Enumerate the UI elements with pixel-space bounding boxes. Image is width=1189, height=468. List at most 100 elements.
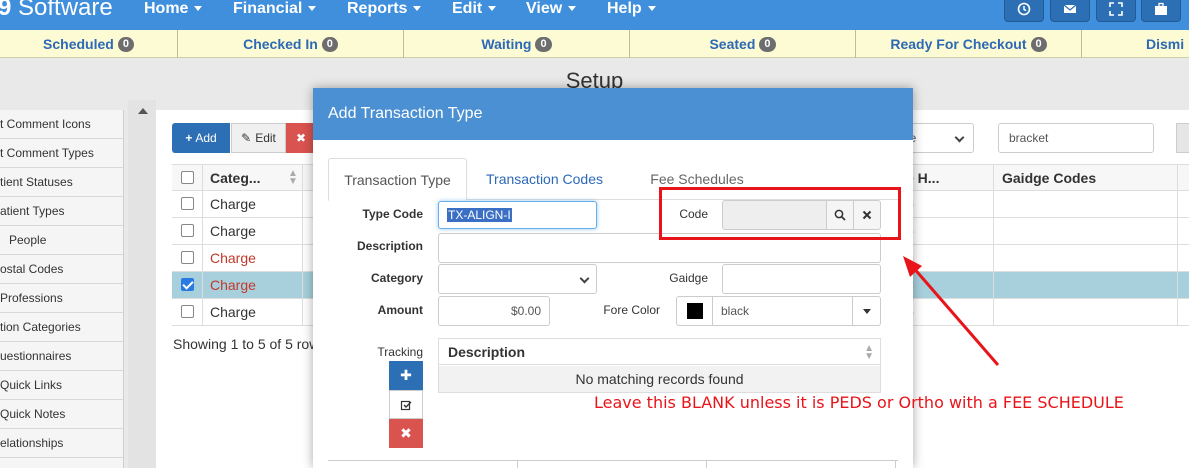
chevron-down-icon	[194, 6, 203, 11]
count-badge: 0	[117, 36, 134, 52]
chevron-down-icon	[413, 6, 422, 11]
messages-button[interactable]	[1050, 0, 1090, 22]
search-input[interactable]: bracket	[998, 123, 1154, 153]
sidebar-item[interactable]: elationships	[0, 429, 123, 458]
envelope-icon	[1063, 4, 1077, 13]
sidebar-item[interactable]: People	[0, 226, 123, 255]
row-category: Charge	[210, 196, 256, 212]
sidebar-item[interactable]: ostal Codes	[0, 255, 123, 284]
row-checkbox-checked[interactable]	[181, 278, 194, 291]
category-label: Category	[370, 271, 423, 285]
caret-down-icon	[862, 308, 871, 314]
status-waiting[interactable]: Waiting 0	[404, 30, 630, 58]
gaidge-label: Gaidge	[669, 271, 708, 285]
select-all-checkbox[interactable]	[181, 171, 194, 184]
status-ready-for-checkout[interactable]: Ready For Checkout 0	[856, 30, 1082, 58]
chevron-down-icon	[568, 6, 577, 11]
gaidge-input[interactable]	[722, 264, 881, 294]
count-badge: 0	[759, 36, 776, 52]
add-button[interactable]: + Add	[172, 123, 230, 153]
type-code-input[interactable]: TX-ALIGN-I	[438, 201, 597, 229]
row-checkbox[interactable]	[181, 251, 194, 264]
sort-icon: ▲ ▼	[864, 343, 874, 362]
row-checkbox[interactable]	[181, 197, 194, 210]
status-seated[interactable]: Seated 0	[630, 30, 856, 58]
count-badge: 0	[535, 36, 552, 52]
sidebar-item[interactable]: Professions	[0, 284, 123, 313]
modal-title: Add Transaction Type	[313, 88, 913, 140]
row-category: Charge	[210, 223, 256, 239]
menu-help[interactable]: Help	[607, 0, 656, 17]
row-checkbox[interactable]	[181, 224, 194, 237]
annotation-note: Leave this BLANK unless it is PEDS or Or…	[594, 393, 1124, 412]
row-category: Charge	[210, 250, 256, 266]
sidebar-item[interactable]: tion Categories	[0, 313, 123, 342]
menu-reports[interactable]: Reports	[347, 0, 422, 17]
amount-label: Amount	[377, 303, 423, 317]
menu-view[interactable]: View	[526, 0, 577, 17]
edit-icon: ✎	[241, 131, 252, 145]
status-dismissed[interactable]: Dismi	[1082, 30, 1189, 58]
fullscreen-button[interactable]	[1096, 0, 1136, 22]
row-category: Charge	[210, 304, 256, 320]
sidebar-item[interactable]: t Comment Icons	[0, 110, 123, 139]
plus-icon: +	[185, 131, 193, 145]
category-select[interactable]	[438, 264, 597, 294]
edit-icon	[400, 400, 412, 410]
row-checkbox[interactable]	[181, 305, 194, 318]
type-code-label: Type Code	[362, 207, 423, 221]
delete-button[interactable]: ✖	[286, 123, 316, 153]
count-badge: 0	[321, 36, 338, 52]
setup-sidebar: t Comment Icons t Comment Types tient St…	[0, 110, 124, 468]
status-bar: Scheduled 0 Checked In 0 Waiting 0 Seated 0 …	[0, 30, 1189, 58]
tracking-edit-button[interactable]	[389, 390, 423, 419]
toolbar-button[interactable]	[1176, 123, 1189, 153]
amount-input[interactable]: $0.00	[438, 296, 550, 326]
sidebar-item[interactable]: Quick Links	[0, 371, 123, 400]
tracking-empty-message: No matching records found	[439, 366, 880, 392]
fore-color-label: Fore Color	[603, 303, 660, 317]
column-header-gaidge-codes[interactable]: Gaidge Codes	[1002, 170, 1096, 186]
status-scheduled[interactable]: Scheduled 0	[0, 30, 178, 58]
top-navbar: 9 Software Home Financial Reports Edit V…	[0, 0, 1189, 30]
tab-transaction-codes[interactable]: Transaction Codes	[472, 158, 617, 200]
description-label: Description	[356, 239, 423, 253]
sidebar-item[interactable]: tient Statuses	[0, 168, 123, 197]
clock-button[interactable]	[1004, 0, 1044, 22]
plus-icon: ✚	[400, 367, 412, 383]
sidebar-item[interactable]: uestionnaires	[0, 342, 123, 371]
sidebar-item[interactable]: Quick Notes	[0, 400, 123, 429]
clock-icon	[1017, 2, 1031, 16]
tracking-delete-button[interactable]: ✖	[389, 419, 423, 448]
status-checked-in[interactable]: Checked In 0	[178, 30, 404, 58]
modal-bottom-grid	[328, 460, 898, 468]
color-swatch[interactable]	[676, 296, 713, 326]
tracking-add-button[interactable]: ✚	[389, 361, 423, 390]
count-badge: 0	[1030, 36, 1047, 52]
chevron-down-icon	[579, 273, 590, 284]
sidebar-item[interactable]: t Comment Types	[0, 139, 123, 168]
briefcase-icon	[1155, 2, 1167, 15]
close-icon: ✖	[400, 425, 412, 441]
chevron-down-icon	[488, 6, 497, 11]
pagination-info: Showing 1 to 5 of 5 row	[173, 336, 320, 352]
tab-transaction-type[interactable]: Transaction Type	[328, 158, 467, 201]
close-icon: ✖	[295, 131, 307, 145]
edit-button[interactable]: ✎ Edit	[231, 123, 286, 153]
color-swatch-box	[686, 303, 703, 319]
fore-color-dropdown[interactable]	[852, 296, 881, 326]
briefcase-button[interactable]	[1141, 0, 1181, 22]
menu-financial[interactable]: Financial	[233, 0, 317, 17]
sidebar-item[interactable]: atient Types	[0, 197, 123, 226]
sort-icon: ▲ ▼	[288, 168, 298, 187]
sidebar-scrollbar[interactable]	[128, 100, 156, 468]
fore-color-input[interactable]: black	[712, 296, 853, 326]
scroll-up-icon[interactable]	[138, 108, 148, 114]
expand-icon	[1109, 2, 1123, 16]
column-header-category[interactable]: Categ...	[210, 170, 261, 186]
tracking-table: Description ▲ ▼ No matching records found	[438, 338, 881, 393]
menu-edit[interactable]: Edit	[452, 0, 497, 17]
menu-home[interactable]: Home	[144, 0, 203, 17]
tracking-column-description[interactable]: Description ▲ ▼	[439, 339, 880, 365]
brand-logo[interactable]: 9 Software	[0, 0, 113, 22]
